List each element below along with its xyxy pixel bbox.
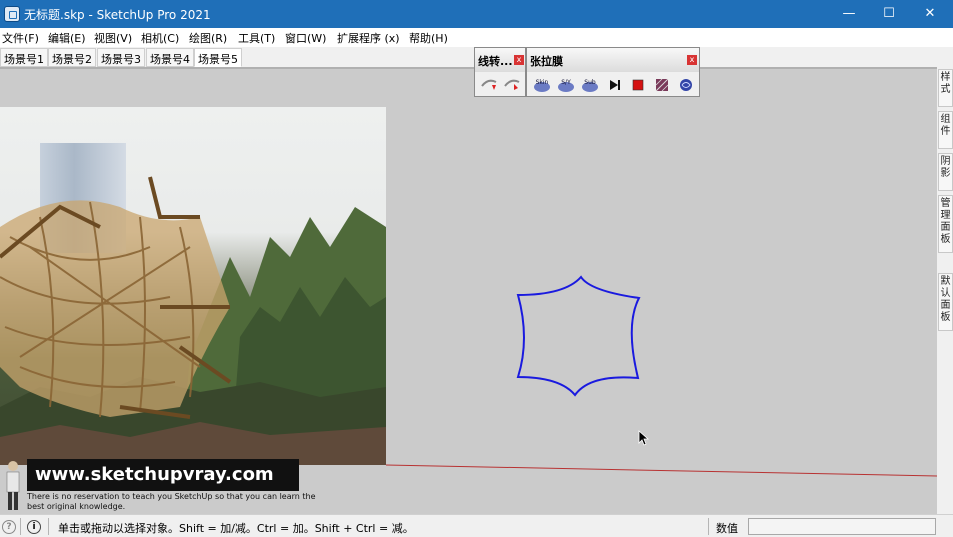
skin-label: Skin xyxy=(536,79,549,86)
line-to-curve-right-icon[interactable] xyxy=(503,76,523,94)
line-to-curve-up-icon[interactable] xyxy=(480,76,500,94)
menu-draw[interactable]: 绘图(R) xyxy=(189,30,227,46)
tray-tab-shadows[interactable]: 阴影 xyxy=(938,153,953,191)
skin-icon[interactable]: Skin xyxy=(532,76,552,94)
line-turn-close-icon[interactable]: x xyxy=(514,55,524,65)
menu-help[interactable]: 帮助(H) xyxy=(409,30,448,46)
tension-close-icon[interactable]: x xyxy=(687,55,697,65)
tray-tab-default[interactable]: 默认面板 xyxy=(938,273,953,331)
menu-bar: 文件(F) 编辑(E) 视图(V) 相机(C) 绘图(R) 工具(T) 窗口(W… xyxy=(0,28,953,47)
sketchup-logo-icon xyxy=(4,6,20,22)
close-button[interactable]: ✕ xyxy=(907,0,953,28)
sy-icon[interactable]: S/Y xyxy=(556,76,576,94)
sy-label: S/Y xyxy=(561,79,571,86)
stop-icon[interactable] xyxy=(628,76,648,94)
tension-membrane-toolbar: 张拉膜 x Skin S/Y Sub xyxy=(526,47,700,97)
default-tray: 样式 组件 阴影 管理面板 默认面板 xyxy=(937,69,953,514)
geolocation-icon[interactable]: ? xyxy=(2,520,16,534)
sub-icon[interactable]: Sub xyxy=(580,76,600,94)
measurements-label: 数值 xyxy=(716,522,738,535)
scene-tab-3[interactable]: 场景号3 xyxy=(97,48,145,67)
sphere-icon[interactable] xyxy=(676,76,696,94)
sub-label: Sub xyxy=(584,79,596,86)
menu-camera[interactable]: 相机(C) xyxy=(141,30,179,46)
tray-tab-styles[interactable]: 样式 xyxy=(938,69,953,107)
line-turn-toolbar: 线转... x xyxy=(474,47,526,97)
toolbar-title: 张拉膜 xyxy=(527,48,699,72)
menu-view[interactable]: 视图(V) xyxy=(94,30,132,46)
tray-tab-components[interactable]: 组件 xyxy=(938,111,953,149)
mouse-cursor-icon xyxy=(638,430,650,446)
tray-tab-manage[interactable]: 管理面板 xyxy=(938,195,953,253)
status-divider xyxy=(48,518,49,535)
menu-file[interactable]: 文件(F) xyxy=(2,30,39,46)
menu-extensions[interactable]: 扩展程序 (x) xyxy=(337,30,400,46)
scene-tab-1[interactable]: 场景号1 xyxy=(0,48,48,67)
play-icon[interactable] xyxy=(604,76,624,94)
info-icon[interactable]: i xyxy=(27,520,41,534)
pattern-icon[interactable] xyxy=(652,76,672,94)
watermark-caption: There is no reservation to teach you Ske… xyxy=(27,492,316,511)
watermark-site: www.sketchupvray.com xyxy=(27,459,299,491)
status-bar: ? i 单击或拖动以选择对象。Shift = 加/减。Ctrl = 加。Shif… xyxy=(0,514,953,537)
scene-tab-2[interactable]: 场景号2 xyxy=(48,48,96,67)
menu-edit[interactable]: 编辑(E) xyxy=(48,30,86,46)
maximize-button[interactable]: ☐ xyxy=(866,0,912,28)
status-divider xyxy=(708,518,709,535)
menu-tools[interactable]: 工具(T) xyxy=(238,30,275,46)
scene-tab-4[interactable]: 场景号4 xyxy=(146,48,194,67)
model-viewport[interactable]: www.sketchupvray.com There is no reserva… xyxy=(0,69,937,514)
measurements-input[interactable] xyxy=(748,518,936,535)
line-turn-title: 线转... xyxy=(478,55,513,68)
window-title: 无标题.skp - SketchUp Pro 2021 xyxy=(24,8,211,22)
presenter-figure-icon xyxy=(6,461,20,510)
title-bar: 无标题.skp - SketchUp Pro 2021 — ☐ ✕ xyxy=(0,0,953,28)
status-divider xyxy=(20,518,21,535)
tension-title: 张拉膜 xyxy=(530,55,563,68)
curved-star-shape[interactable] xyxy=(0,69,937,514)
scene-tab-5[interactable]: 场景号5 xyxy=(194,48,242,67)
status-hint: 单击或拖动以选择对象。Shift = 加/减。Ctrl = 加。Shift + … xyxy=(58,522,414,535)
sketchup-window: 无标题.skp - SketchUp Pro 2021 — ☐ ✕ 文件(F) … xyxy=(0,0,953,537)
menu-window[interactable]: 窗口(W) xyxy=(285,30,326,46)
